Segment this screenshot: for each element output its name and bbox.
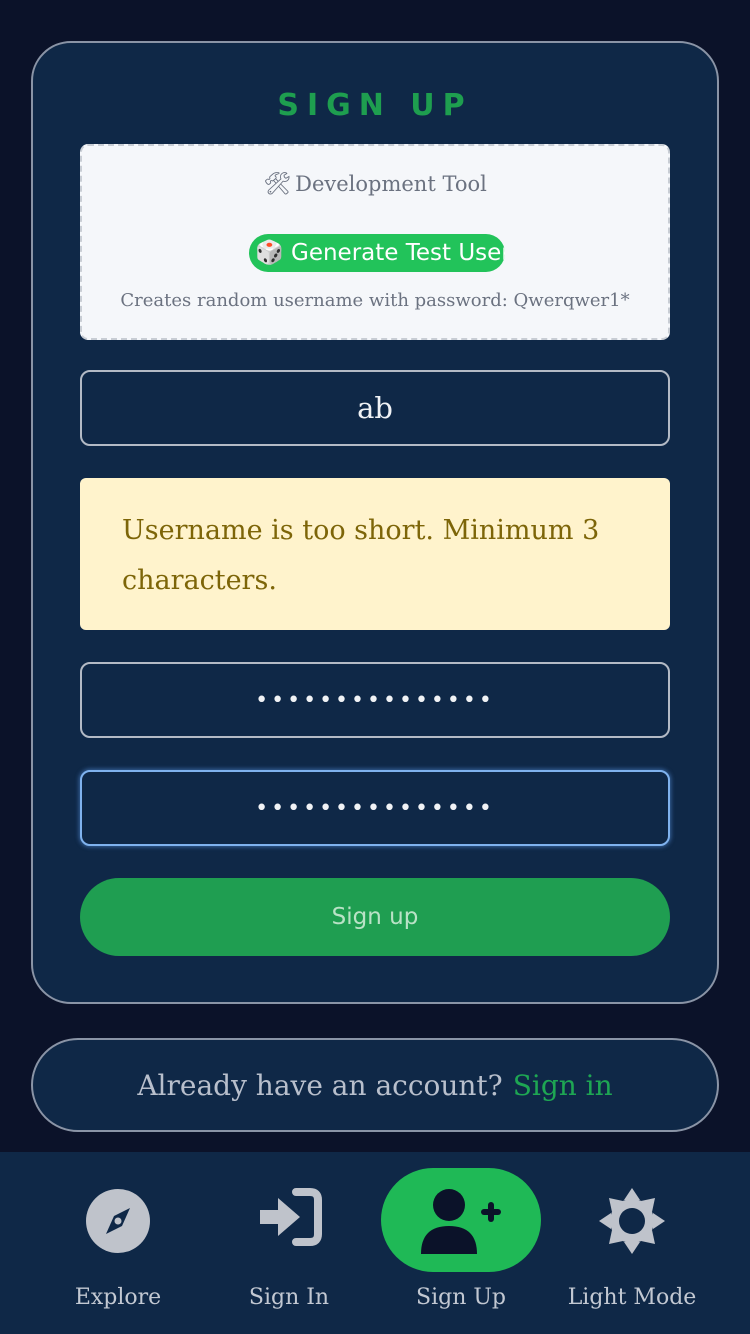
nav-light-mode-label: Light Mode — [567, 1285, 697, 1310]
username-warning: Username is too short. Minimum 3 charact… — [80, 478, 670, 630]
password-input[interactable]: ••••••••••••••• — [80, 662, 670, 738]
confirm-password-input[interactable]: ••••••••••••••• — [80, 770, 670, 846]
bottom-nav: Explore Sign In Sign Up Light Mode — [0, 1152, 750, 1334]
nav-light-mode[interactable]: Light Mode — [542, 1152, 722, 1334]
username-value: ab — [357, 391, 393, 425]
dev-tool-note: Creates random username with password: Q… — [120, 290, 630, 311]
sign-in-icon — [260, 1188, 322, 1246]
signin-prompt: Already have an account? Sign in — [31, 1038, 719, 1132]
nav-explore[interactable]: Explore — [28, 1152, 208, 1334]
dev-tool-heading-text: Development Tool — [295, 172, 487, 196]
generate-test-user-label: Generate Test User — [291, 240, 505, 266]
user-plus-icon — [421, 1189, 501, 1254]
dev-tool-heading: 🛠 Development Tool — [82, 172, 668, 197]
page-title: SIGN UP — [277, 88, 473, 123]
sign-up-button[interactable]: Sign up — [80, 878, 670, 956]
sign-in-link[interactable]: Sign in — [513, 1069, 613, 1102]
username-input[interactable]: ab — [80, 370, 670, 446]
tools-icon: 🛠 — [263, 172, 292, 197]
nav-sign-in[interactable]: Sign In — [199, 1152, 379, 1334]
nav-sign-up[interactable]: Sign Up — [371, 1152, 551, 1334]
nav-sign-up-label: Sign Up — [416, 1285, 506, 1310]
confirm-password-mask: ••••••••••••••• — [255, 795, 495, 821]
signin-prompt-text: Already have an account? — [137, 1068, 503, 1102]
compass-icon — [86, 1189, 150, 1253]
nav-explore-label: Explore — [74, 1285, 162, 1310]
nav-sign-in-label: Sign In — [248, 1285, 330, 1310]
dev-tool-panel: 🛠 Development Tool 🎲 Generate Test User Cr… — [80, 144, 670, 340]
dice-icon: 🎲 — [255, 240, 284, 266]
password-mask: ••••••••••••••• — [255, 687, 495, 713]
generate-test-user-button[interactable]: 🎲 Generate Test User — [249, 234, 505, 272]
sun-gear-icon — [599, 1188, 665, 1254]
